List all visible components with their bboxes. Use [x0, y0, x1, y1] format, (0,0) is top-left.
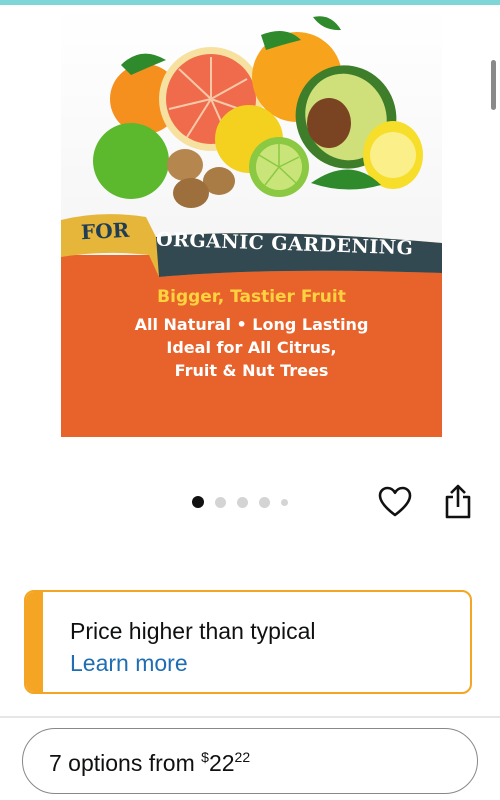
bag-headline: Bigger, Tastier Fruit [157, 287, 346, 307]
carousel-dot-5[interactable] [281, 498, 288, 506]
bag-text-block: Bigger, Tastier Fruit All Natural • Long… [61, 287, 442, 382]
options-text: 7 options from $2222 [49, 749, 250, 777]
price-notice: Price higher than typical Learn more [24, 590, 472, 694]
carousel-dots[interactable] [192, 496, 288, 508]
carousel-dot-1[interactable] [192, 496, 204, 508]
scrollbar[interactable] [491, 60, 496, 110]
price-whole: 22 [208, 750, 235, 776]
bag-line-1: All Natural • Long Lasting [134, 315, 369, 334]
divider [0, 716, 500, 718]
carousel-dot-3[interactable] [237, 496, 248, 508]
bag-badge-for: FOR [80, 217, 130, 245]
notice-stripe [26, 592, 43, 692]
options-label: 7 options from [49, 750, 202, 776]
bag-line-2: Ideal for All Citrus, [166, 338, 337, 357]
learn-more-link[interactable]: Learn more [70, 650, 188, 677]
carousel-dot-2[interactable] [215, 496, 226, 508]
price-notice-message: Price higher than typical [70, 618, 316, 644]
product-image[interactable]: FOR ORGANIC GARDENING Bigger, Tastier Fr… [61, 5, 442, 437]
share-icon[interactable] [443, 484, 473, 520]
carousel-dot-4[interactable] [259, 496, 270, 508]
price-currency: $ [201, 749, 209, 765]
options-button[interactable]: 7 options from $2222 [22, 728, 478, 794]
heart-icon[interactable] [378, 486, 412, 518]
price-fraction: 22 [234, 749, 251, 765]
bag-line-3: Fruit & Nut Trees [174, 361, 329, 380]
